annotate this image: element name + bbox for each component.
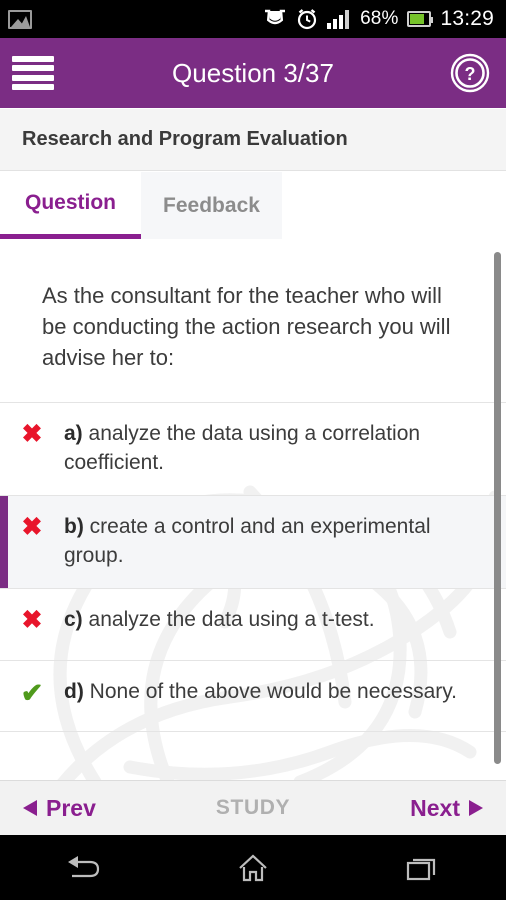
answer-option-a-letter: a) (64, 421, 83, 445)
answer-options-list: ✖ a) analyze the data using a correlatio… (0, 401, 506, 732)
alarm-clock-icon (296, 8, 318, 30)
answer-option-d-letter: d) (64, 679, 84, 703)
page-title: Question 3/37 (172, 57, 334, 88)
study-mode-label: STUDY (215, 796, 291, 819)
answer-option-a[interactable]: ✖ a) analyze the data using a correlatio… (0, 401, 506, 495)
answer-option-c-body: analyze the data using a t-test. (88, 607, 375, 631)
clock-label: 13:29 (440, 7, 494, 30)
incorrect-x-icon: ✖ (21, 419, 43, 448)
vertical-scrollbar[interactable] (494, 252, 501, 764)
next-button[interactable]: Next (410, 795, 484, 822)
answer-option-c-letter: c) (64, 607, 83, 631)
subject-title: Research and Program Evaluation (22, 128, 348, 150)
home-icon[interactable] (223, 847, 283, 889)
question-stem: As the consultant for the teacher who wi… (42, 283, 451, 371)
android-status-bar: 68% 13:29 (0, 0, 506, 38)
answer-option-d-body: None of the above would be necessary. (89, 679, 458, 703)
answer-option-b-body: create a control and an experimental gro… (64, 514, 431, 567)
question-content: As the consultant for the teacher who wi… (0, 242, 506, 780)
prev-button-label: Prev (46, 794, 96, 821)
correct-check-icon: ✔ (20, 677, 44, 708)
triangle-left-icon (23, 800, 37, 816)
incorrect-x-icon: ✖ (21, 605, 43, 634)
subject-header: Research and Program Evaluation (0, 109, 506, 171)
status-bar-notifications (8, 9, 32, 29)
triangle-right-icon (468, 800, 483, 816)
image-icon (8, 9, 32, 29)
goal-net-icon (263, 9, 287, 30)
tab-bar: Question Feedback (0, 172, 506, 242)
back-arrow-icon[interactable] (54, 847, 114, 889)
answer-option-a-body: analyze the data using a correlation coe… (64, 421, 421, 474)
recents-square-icon[interactable] (392, 847, 452, 889)
tab-feedback[interactable]: Feedback (141, 172, 282, 239)
answer-option-d-text: d) None of the above would be necessary. (64, 678, 473, 707)
svg-text:?: ? (465, 64, 476, 84)
answer-option-b-letter: b) (64, 514, 84, 538)
answer-option-c[interactable]: ✖ c) analyze the data using a t-test. (0, 587, 506, 660)
answer-option-b-text: b) create a control and an experimental … (64, 513, 484, 571)
app-root: 68% 13:29 Question 3/37 ? Research and P… (0, 0, 506, 900)
question-navigation-bar: Prev STUDY Next (0, 780, 506, 835)
android-nav-bar (0, 835, 506, 900)
status-bar-system-icons: 68% 13:29 (263, 7, 498, 31)
tab-question[interactable]: Question (0, 172, 141, 239)
app-bar: Question 3/37 ? (0, 38, 506, 108)
tab-bar-filler (282, 172, 506, 239)
signal-bars-icon (327, 9, 351, 29)
answer-option-c-text: c) analyze the data using a t-test. (64, 606, 391, 635)
answer-option-b[interactable]: ✖ b) create a control and an experimenta… (0, 494, 506, 588)
prev-button[interactable]: Prev (22, 795, 96, 822)
battery-percent-label: 68% (360, 8, 399, 29)
hamburger-menu-icon[interactable] (12, 56, 54, 90)
next-button-label: Next (410, 794, 460, 821)
answer-option-d[interactable]: ✔ d) None of the above would be necessar… (0, 659, 506, 732)
answer-option-a-text: a) analyze the data using a correlation … (64, 420, 484, 478)
battery-icon (407, 11, 434, 27)
help-circle-icon[interactable]: ? (450, 53, 490, 93)
incorrect-x-icon: ✖ (21, 512, 43, 541)
